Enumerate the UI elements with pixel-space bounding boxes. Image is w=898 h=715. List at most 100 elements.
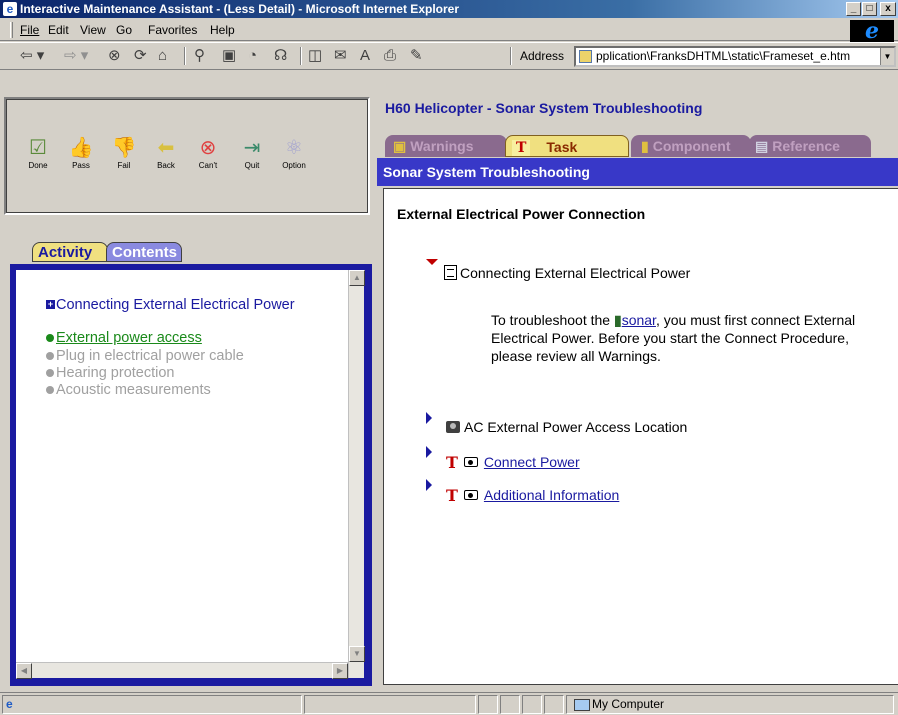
scroll-down-icon[interactable]: ▼: [349, 646, 365, 662]
document-icon: [444, 265, 457, 280]
address-bar[interactable]: pplication\FranksDHTML\static\Frameset_e…: [574, 46, 896, 67]
status-segment: [544, 695, 564, 714]
tab-component-label: Component: [652, 138, 731, 154]
quit-button[interactable]: ⇥ Quit: [232, 137, 272, 170]
toolbar-separator: [510, 47, 512, 65]
history-icon[interactable]: ◔: [248, 48, 257, 64]
print-icon[interactable]: ⎙: [384, 48, 396, 64]
tab-activity[interactable]: Activity: [32, 242, 108, 262]
connect-power-link[interactable]: Connect Power: [484, 454, 580, 470]
tab-reference[interactable]: ▤ Reference: [749, 135, 871, 157]
horizontal-scrollbar[interactable]: ◀ ▶: [16, 662, 348, 679]
pending-bullet-icon: [46, 386, 54, 394]
task-t-icon: T: [446, 486, 458, 505]
thumbs-down-icon: 👎: [111, 137, 137, 159]
window-title: Interactive Maintenance Assistant - (Les…: [20, 2, 459, 16]
thumbs-up-icon: 👍: [68, 137, 94, 159]
list-item[interactable]: Acoustic measurements: [56, 382, 316, 399]
font-icon[interactable]: A: [360, 48, 370, 64]
options-atom-icon: ⚛: [285, 137, 303, 159]
collapsed-triangle-icon[interactable]: [426, 479, 432, 491]
list-item[interactable]: Plug in electrical power cable: [56, 348, 316, 365]
status-main: e: [2, 695, 302, 714]
address-dropdown-icon[interactable]: ▼: [880, 48, 894, 65]
ac-location-row: AC External Power Access Location: [446, 419, 687, 435]
warnings-icon: ▣: [393, 138, 407, 154]
menu-help[interactable]: Help: [210, 23, 235, 37]
contents-list: + Connecting External Electrical Power E…: [16, 270, 365, 679]
nav-toolbar: ☑ Done 👍 Pass 👎 Fail ⬅ Back ⊗ Can't ⇥ Qu: [4, 97, 370, 215]
task-content: External Electrical Power Connection Con…: [383, 188, 898, 685]
menu-favorites[interactable]: Favorites: [148, 23, 197, 37]
collapsed-triangle-icon[interactable]: [426, 446, 432, 458]
tab-warnings[interactable]: ▣ Warnings: [385, 135, 507, 157]
scroll-right-icon[interactable]: ▶: [332, 663, 348, 679]
back-button[interactable]: ⬅ Back: [146, 137, 186, 170]
tab-component[interactable]: ▮ Component: [631, 135, 751, 157]
forward-arrow-icon[interactable]: ⇨ ▾: [64, 48, 88, 64]
stop-icon[interactable]: ⊗: [108, 48, 121, 64]
address-value: pplication\FranksDHTML\static\Frameset_e…: [596, 49, 851, 63]
edit-icon[interactable]: ✎: [410, 48, 423, 64]
pass-button[interactable]: 👍 Pass: [61, 137, 101, 170]
search-icon[interactable]: ⚲: [194, 48, 205, 64]
pending-bullet-icon: [46, 369, 54, 377]
home-icon[interactable]: ⌂: [158, 48, 167, 64]
browser-toolbar: ⇦ ▾ ⇨ ▾ ⊗ ⟳ ⌂ ⚲ ▣ ◔ ☊ ◫ ✉ A ⎙ ✎ Address …: [0, 42, 898, 70]
sonar-link[interactable]: sonar: [622, 312, 656, 328]
favorites-icon[interactable]: ▣: [222, 48, 236, 64]
zone-label: My Computer: [570, 695, 664, 714]
list-item[interactable]: External power access: [56, 330, 316, 347]
menu-grip: [10, 22, 13, 38]
tab-task-label: Task: [546, 139, 578, 155]
menu-edit[interactable]: Edit: [48, 23, 69, 37]
instruction-paragraph: To troubleshoot the ▮sonar, you must fir…: [491, 311, 871, 365]
reference-icon: ▤: [755, 138, 769, 154]
list-item[interactable]: Connecting External Electrical Power: [56, 297, 316, 314]
active-bullet-icon: [46, 334, 54, 342]
tab-contents[interactable]: Contents: [106, 242, 182, 262]
mail-icon[interactable]: ✉: [334, 48, 347, 64]
done-button[interactable]: ☑ Done: [18, 137, 58, 170]
scroll-up-icon[interactable]: ▲: [349, 270, 365, 286]
tab-task[interactable]: T Task: [505, 135, 629, 157]
menu-go[interactable]: Go: [116, 23, 132, 37]
procedure-row: Connecting External Electrical Power: [444, 265, 690, 281]
done-label: Done: [28, 161, 48, 170]
ac-location-label: AC External Power Access Location: [464, 419, 688, 435]
fail-button[interactable]: 👎 Fail: [104, 137, 144, 170]
vertical-scrollbar[interactable]: ▲ ▼: [348, 270, 365, 678]
maximize-button[interactable]: □: [862, 2, 877, 16]
section-title-bar: Sonar System Troubleshooting: [377, 158, 898, 186]
task-icon: T: [512, 140, 531, 156]
scroll-left-icon[interactable]: ◀: [16, 663, 32, 679]
fullscreen-icon[interactable]: ◫: [308, 48, 322, 64]
component-icon: ▮: [641, 138, 649, 154]
list-item[interactable]: Hearing protection: [56, 365, 316, 382]
collapsed-triangle-icon[interactable]: [426, 412, 432, 424]
expanded-triangle-icon[interactable]: [426, 259, 438, 265]
component-icon: ▮: [613, 312, 622, 328]
expand-icon[interactable]: +: [46, 300, 55, 309]
additional-info-link[interactable]: Additional Information: [484, 487, 619, 503]
minimize-button[interactable]: _: [846, 2, 861, 16]
quit-label: Quit: [244, 161, 260, 170]
left-pane: ☑ Done 👍 Pass 👎 Fail ⬅ Back ⊗ Can't ⇥ Qu: [0, 92, 375, 688]
menu-view[interactable]: View: [80, 23, 106, 37]
status-segment: [304, 695, 476, 714]
additional-info-row: T Additional Information: [446, 486, 619, 505]
channels-icon[interactable]: ☊: [274, 48, 287, 64]
refresh-icon[interactable]: ⟳: [134, 48, 147, 64]
close-button[interactable]: x: [880, 2, 896, 16]
ie-page-icon: e: [6, 697, 13, 711]
camera-icon: [463, 457, 478, 467]
menu-bar: File Edit View Go Favorites Help e: [0, 19, 898, 42]
back-arrow-icon: ⬅: [157, 137, 175, 159]
cant-button[interactable]: ⊗ Can't: [188, 137, 228, 170]
menu-file[interactable]: File: [20, 23, 39, 37]
right-tabs: ▣ Warnings T Task ▮ Component ▤ Reference: [385, 135, 871, 157]
toolbar-separator: [300, 47, 302, 65]
back-arrow-icon[interactable]: ⇦ ▾: [20, 48, 44, 64]
back-label: Back: [157, 161, 175, 170]
option-button[interactable]: ⚛ Option: [274, 137, 314, 170]
